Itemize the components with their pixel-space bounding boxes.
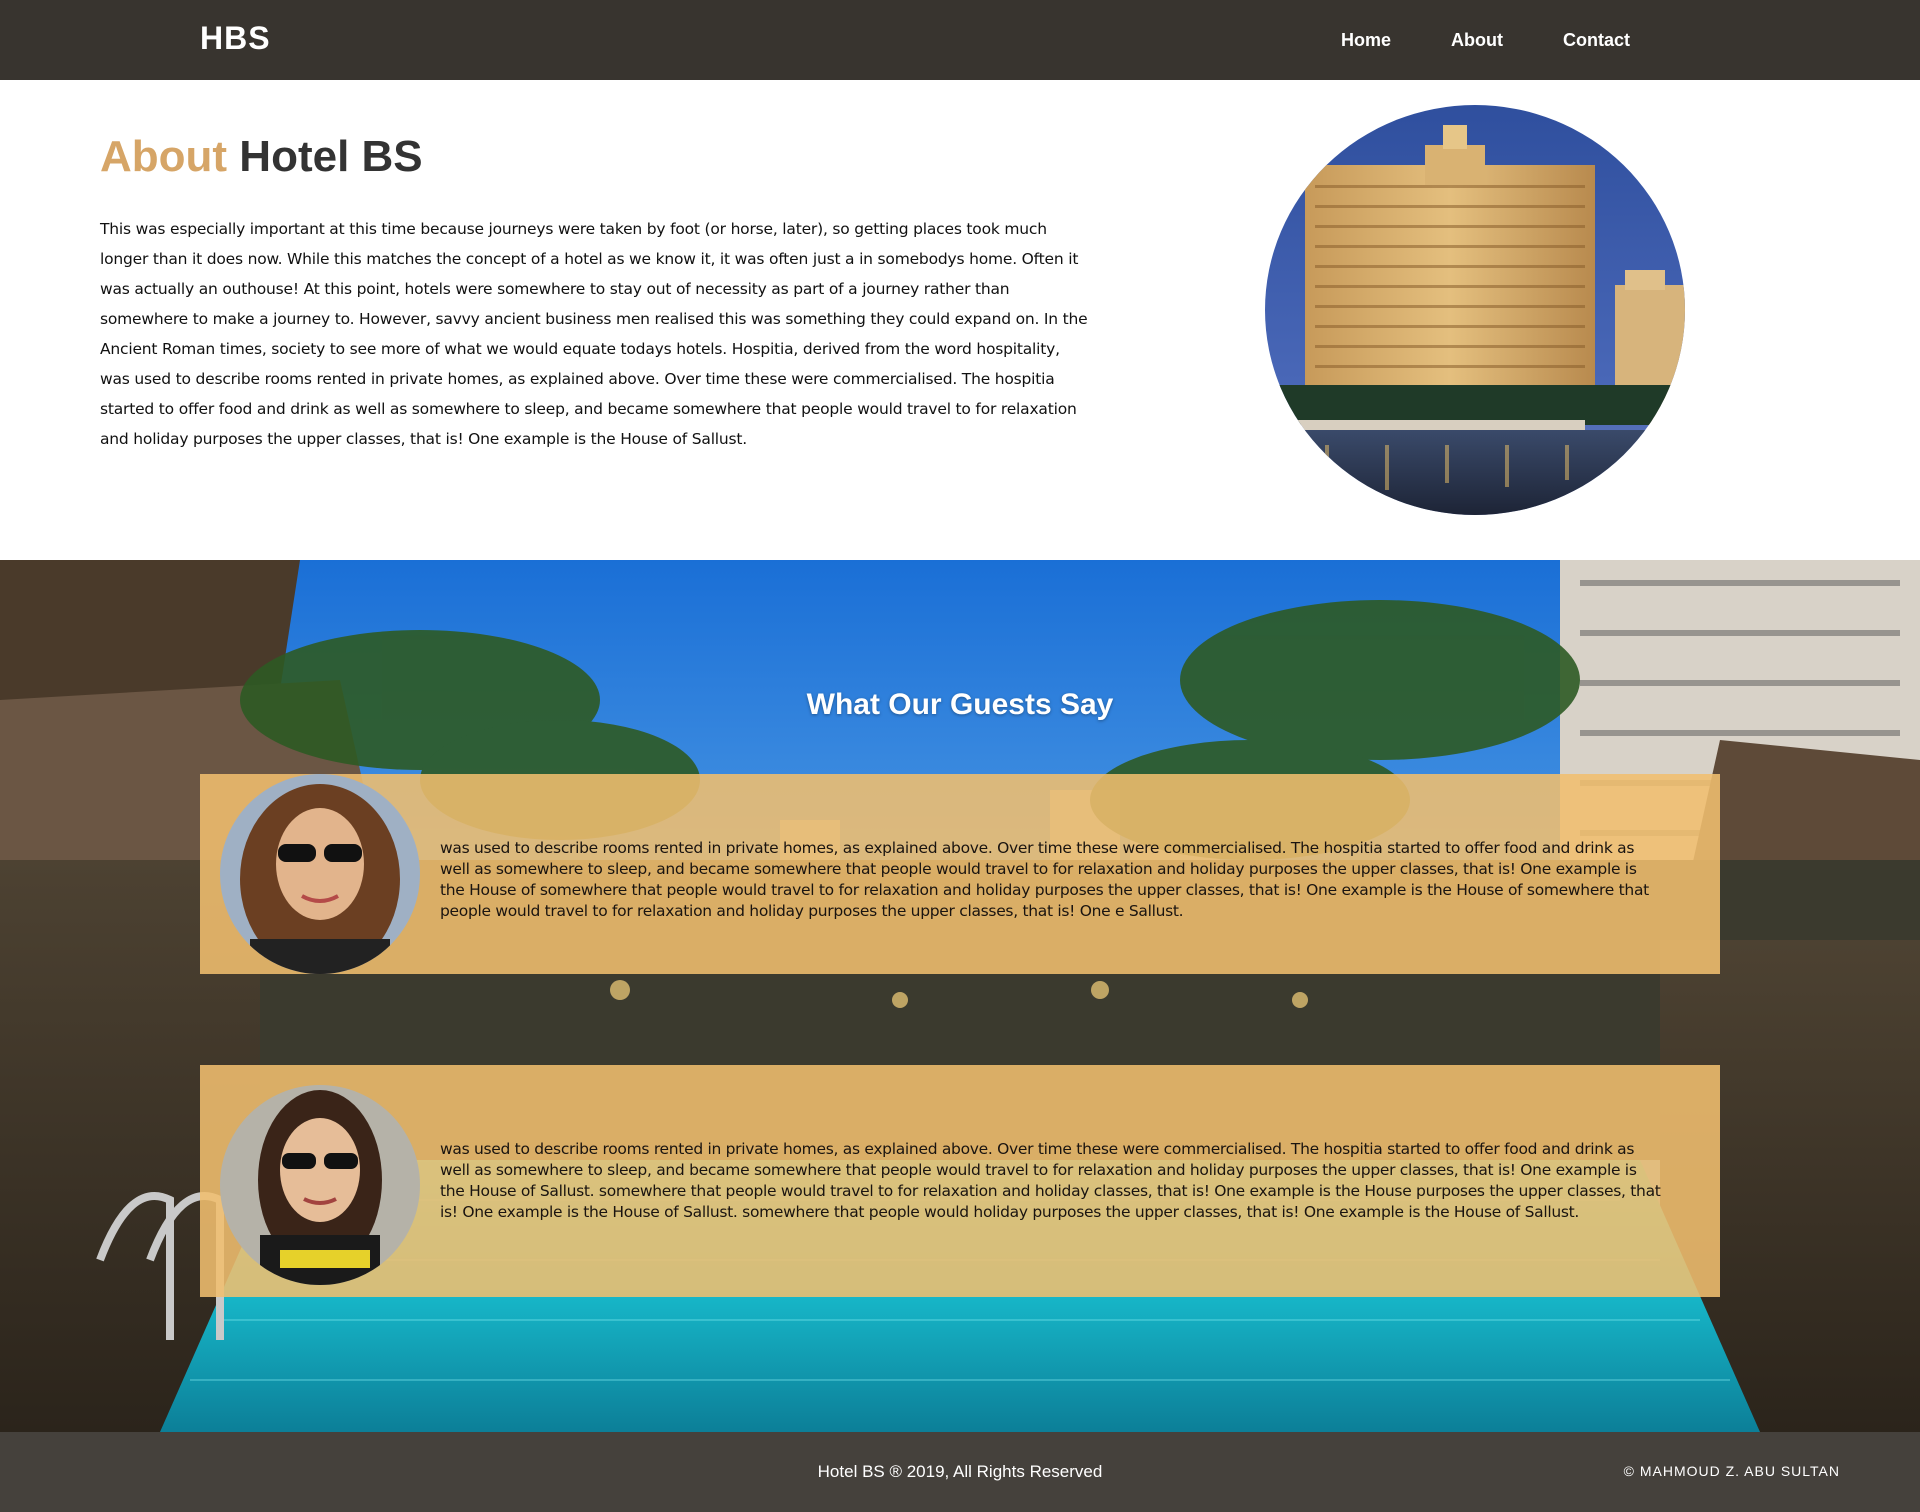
nav-links: Home About Contact <box>1341 30 1630 51</box>
testimonial-text: was used to describe rooms rented in pri… <box>440 839 1649 920</box>
guests-title: What Our Guests Say <box>806 688 1114 721</box>
about-title-accent: About <box>100 132 228 181</box>
testimonial-text: was used to describe rooms rented in pri… <box>440 1140 1661 1221</box>
guest-avatar-1 <box>220 774 420 974</box>
about-section: About Hotel BS This was especially impor… <box>0 80 1920 560</box>
brand-logo[interactable]: HBS <box>200 20 271 57</box>
nav-link-home[interactable]: Home <box>1341 30 1391 51</box>
guest-photo-1 <box>220 774 420 974</box>
testimonial-card: was used to describe rooms rented in pri… <box>200 774 1720 974</box>
footer-author: © MAHMOUD Z. ABU SULTAN <box>1623 1463 1840 1479</box>
navbar: HBS Home About Contact <box>0 0 1920 80</box>
nav-link-about[interactable]: About <box>1451 30 1503 51</box>
footer: Hotel BS ® 2019, All Rights Reserved © M… <box>0 1432 1920 1512</box>
about-paragraph: This was especially important at this ti… <box>100 220 1088 448</box>
testimonial-card: was used to describe rooms rented in pri… <box>200 1065 1720 1297</box>
guests-section: What Our Guests Say was used to describe… <box>0 560 1920 1432</box>
nav-link-contact[interactable]: Contact <box>1563 30 1630 51</box>
guest-photo-2 <box>220 1085 420 1285</box>
about-title: About Hotel BS <box>100 132 423 182</box>
hotel-illustration <box>1265 105 1685 515</box>
guest-avatar-2 <box>220 1085 420 1285</box>
about-title-rest: Hotel BS <box>239 132 423 181</box>
hotel-photo <box>1265 105 1685 515</box>
